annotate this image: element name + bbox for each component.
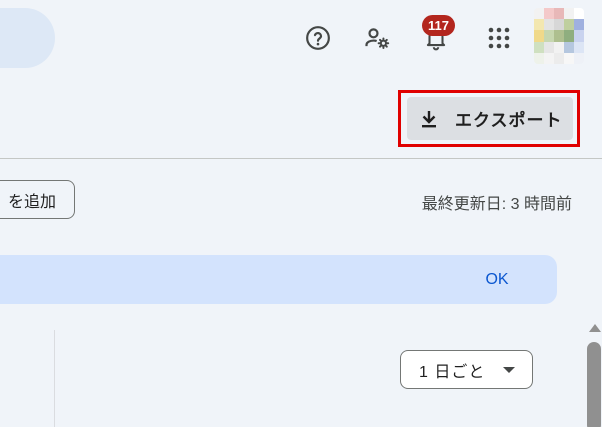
add-button[interactable]: を追加 <box>0 180 75 219</box>
avatar-pixel <box>534 41 544 53</box>
avatar-pixel <box>534 8 544 20</box>
avatar-pixel <box>534 19 544 31</box>
avatar-pixel <box>574 41 584 53</box>
avatar-pixel <box>544 19 554 31</box>
avatar-pixel <box>574 52 584 64</box>
period-select[interactable]: 1 日ごと <box>400 350 533 389</box>
avatar-pixel <box>534 52 544 64</box>
scrollbar-thumb[interactable] <box>587 342 601 427</box>
avatar-pixel <box>544 30 554 42</box>
avatar-pixel <box>554 41 564 53</box>
apps-grid-icon <box>488 27 510 49</box>
avatar-pixel <box>534 30 544 42</box>
avatar-pixel <box>544 52 554 64</box>
export-button[interactable]: エクスポート <box>407 97 573 140</box>
avatar-pixel <box>554 19 564 31</box>
avatar-pixel <box>564 52 574 64</box>
download-icon <box>422 110 436 127</box>
vertical-divider <box>54 330 55 427</box>
add-button-label: を追加 <box>7 193 56 211</box>
avatar-pixel <box>554 8 564 20</box>
export-button-label: エクスポート <box>455 111 563 130</box>
banner-ok-button[interactable]: OK <box>472 262 522 298</box>
avatar-pixel <box>564 30 574 42</box>
chevron-down-icon <box>503 367 515 373</box>
avatar-pixel <box>574 19 584 31</box>
divider <box>0 158 602 159</box>
avatar-pixel <box>564 19 574 31</box>
avatar-pixel <box>574 30 584 42</box>
admin-settings-button[interactable] <box>359 20 395 56</box>
period-select-value: 1 日ごと <box>419 363 486 381</box>
ok-button-label: OK <box>485 271 509 288</box>
help-button[interactable] <box>300 20 336 56</box>
avatar-pixel <box>564 8 574 20</box>
avatar-pixel <box>554 52 564 64</box>
apps-button[interactable] <box>481 20 517 56</box>
admin-settings-icon <box>365 28 390 50</box>
help-icon <box>306 26 330 50</box>
notification-count-badge: 117 <box>422 15 455 36</box>
search-bar[interactable] <box>0 8 55 68</box>
avatar-pixel <box>574 8 584 20</box>
scroll-up-arrow-icon[interactable] <box>589 324 601 332</box>
avatar-pixel <box>544 41 554 53</box>
page: 117 エクスポート を追加 最終更新日: 3 時間前 OK 1 日ごと <box>0 0 602 427</box>
avatar-pixel <box>554 30 564 42</box>
avatar[interactable] <box>534 8 584 64</box>
last-updated-text: 最終更新日: 3 時間前 <box>421 196 572 213</box>
avatar-pixel <box>544 8 554 20</box>
avatar-pixel <box>564 41 574 53</box>
